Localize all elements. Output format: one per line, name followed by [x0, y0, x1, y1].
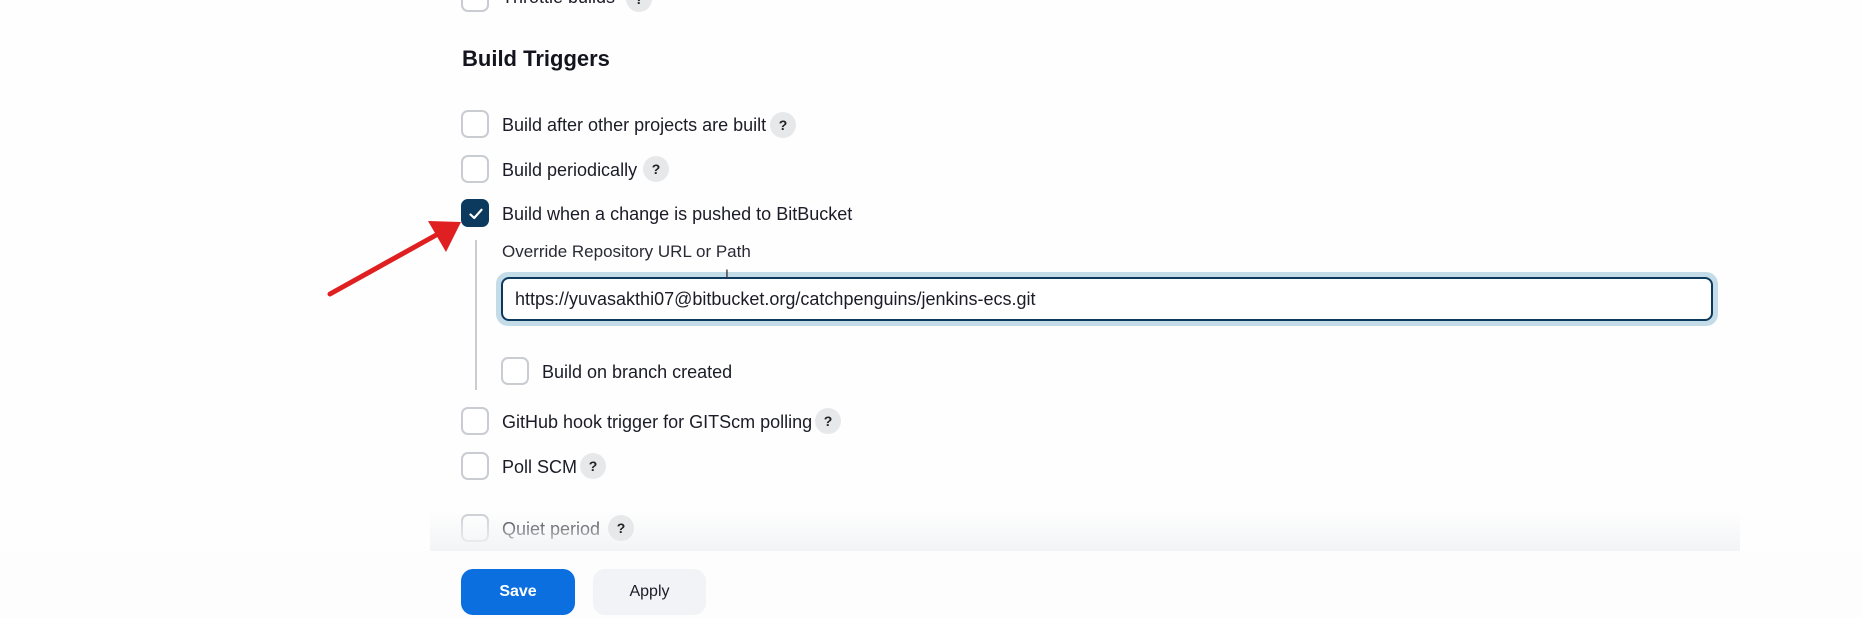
throttle-builds-checkbox[interactable]: [461, 0, 489, 12]
help-icon[interactable]: ?: [815, 408, 841, 434]
github-hook-trigger-label: GitHub hook trigger for GITScm polling: [502, 412, 813, 432]
jenkins-config-page: Throttle builds ? Build Triggers Build a…: [0, 0, 1862, 618]
nested-options-indicator: [475, 240, 477, 390]
poll-scm-label: Poll SCM: [502, 457, 578, 477]
help-icon[interactable]: ?: [608, 515, 634, 541]
poll-scm-checkbox[interactable]: [461, 452, 489, 480]
section-title: Build Triggers: [462, 46, 610, 71]
build-on-branch-created-label: Build on branch created: [542, 362, 733, 382]
build-periodically-label: Build periodically: [502, 160, 638, 180]
throttle-builds-label: Throttle builds: [502, 0, 615, 8]
override-repo-url-label: Override Repository URL or Path: [502, 242, 751, 261]
text-cursor-icon: I: [725, 266, 729, 282]
checkmark-icon: [469, 208, 483, 220]
help-icon[interactable]: ?: [770, 112, 796, 138]
override-repo-url-focus-ring: [496, 272, 1718, 326]
build-periodically-checkbox[interactable]: [461, 155, 489, 183]
build-after-other-projects-checkbox[interactable]: [461, 110, 489, 138]
build-on-branch-created-checkbox[interactable]: [501, 357, 529, 385]
help-icon[interactable]: ?: [626, 0, 652, 12]
help-icon[interactable]: ?: [643, 156, 669, 182]
annotation-arrow-icon: [327, 221, 461, 297]
apply-button[interactable]: Apply: [593, 569, 706, 615]
build-after-other-projects-label: Build after other projects are built: [502, 115, 767, 135]
help-icon[interactable]: ?: [580, 453, 606, 479]
override-repo-url-input[interactable]: [501, 277, 1713, 321]
build-on-bitbucket-push-label: Build when a change is pushed to BitBuck…: [502, 204, 853, 224]
github-hook-trigger-checkbox[interactable]: [461, 407, 489, 435]
sticky-footer: [0, 551, 1862, 618]
save-button[interactable]: Save: [461, 569, 575, 615]
